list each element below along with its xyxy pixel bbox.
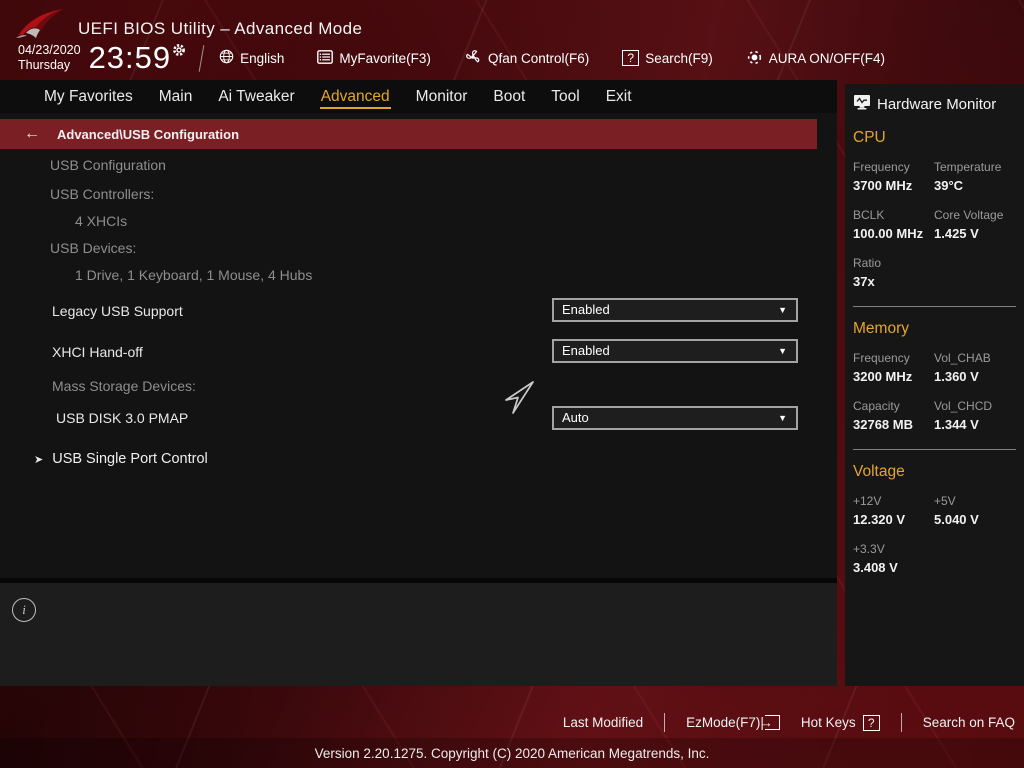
xhci-handoff-dropdown[interactable]: Enabled ▼ [552, 339, 798, 363]
tab-boot[interactable]: Boot [480, 80, 538, 113]
version-footer: Version 2.20.1275. Copyright (C) 2020 Am… [0, 738, 1024, 768]
favorite-list-icon [317, 50, 333, 67]
header-menu: English MyFavorite(F3) [219, 49, 885, 68]
hot-keys-button[interactable]: Hot Keys ? [801, 715, 880, 731]
bottom-bar: Last Modified EzMode(F7)| → Hot Keys ? S… [0, 713, 1015, 732]
question-box-icon: ? [863, 715, 880, 731]
ezmode-enter-icon: → [765, 715, 780, 730]
monitor-icon [853, 94, 871, 115]
tab-my-favorites[interactable]: My Favorites [31, 80, 146, 113]
voltage-12v: +12V 12.320 V [853, 494, 934, 527]
usb-devices-label: USB Devices: [50, 240, 136, 256]
memory-capacity: Capacity 32768 MB [853, 399, 934, 432]
memory-vol-chab: Vol_CHAB 1.360 V [934, 351, 1018, 384]
memory-frequency: Frequency 3200 MHz [853, 351, 934, 384]
usb-disk-label: USB DISK 3.0 PMAP [56, 410, 188, 426]
cpu-bclk: BCLK 100.00 MHz [853, 208, 934, 241]
xhci-handoff-label: XHCI Hand-off [52, 344, 143, 360]
cpu-core-voltage: Core Voltage 1.425 V [934, 208, 1018, 241]
search-button[interactable]: ? Search(F9) [622, 50, 713, 66]
ezmode-label: EzMode(F7)| [686, 715, 764, 730]
help-info-panel: i [0, 583, 837, 686]
aura-button[interactable]: AURA ON/OFF(F4) [746, 49, 885, 68]
usb-disk-dropdown[interactable]: Auto ▼ [552, 406, 798, 430]
chevron-down-icon: ▼ [778, 301, 787, 320]
mass-storage-devices-label: Mass Storage Devices: [52, 378, 196, 394]
chevron-down-icon: ▼ [778, 342, 787, 361]
language-label: English [240, 51, 284, 66]
qfan-button[interactable]: Qfan Control(F6) [464, 49, 589, 67]
usb-single-port-control-label: USB Single Port Control [52, 451, 208, 467]
question-box-icon: ? [622, 50, 639, 66]
language-button[interactable]: English [219, 49, 284, 67]
usb-controllers-value: 4 XHCIs [75, 213, 127, 229]
back-arrow-icon[interactable]: ← [24, 125, 40, 143]
chevron-down-icon: ▼ [778, 409, 787, 428]
xhci-handoff-value: Enabled [562, 343, 610, 358]
tab-main[interactable]: Main [146, 80, 206, 113]
tab-tool[interactable]: Tool [538, 80, 592, 113]
tab-monitor[interactable]: Monitor [403, 80, 481, 113]
section-divider [853, 306, 1016, 307]
date-display: 04/23/2020 Thursday [18, 43, 81, 73]
voltage-3v3: +3.3V 3.408 V [853, 542, 934, 575]
usb-disk-value: Auto [562, 410, 589, 425]
mouse-cursor [504, 380, 536, 421]
search-label: Search(F9) [645, 51, 713, 66]
usb-single-port-control-item[interactable]: ➤ USB Single Port Control [34, 451, 208, 467]
globe-icon [219, 49, 234, 67]
myfavorite-button[interactable]: MyFavorite(F3) [317, 50, 431, 67]
aura-label: AURA ON/OFF(F4) [769, 51, 885, 66]
memory-section-title: Memory [853, 320, 1018, 338]
hot-keys-label: Hot Keys [801, 715, 856, 730]
gear-icon[interactable] [172, 43, 186, 62]
time-display: 23:59 [89, 41, 172, 75]
weekday-value: Thursday [18, 58, 81, 73]
page-title: UEFI BIOS Utility – Advanced Mode [78, 19, 362, 39]
usb-configuration-heading: USB Configuration [50, 157, 166, 173]
last-modified-button[interactable]: Last Modified [563, 715, 643, 730]
search-on-faq-button[interactable]: Search on FAQ [923, 715, 1015, 730]
cpu-section-title: CPU [853, 129, 1018, 147]
tab-advanced[interactable]: Advanced [308, 80, 403, 113]
bottom-bar-divider [901, 713, 902, 732]
header-divider [199, 45, 205, 72]
hardware-monitor-panel: Hardware Monitor CPU Frequency 3700 MHz … [845, 84, 1024, 686]
version-text: Version 2.20.1275. Copyright (C) 2020 Am… [315, 746, 710, 761]
myfavorite-label: MyFavorite(F3) [339, 51, 431, 66]
hardware-monitor-title: Hardware Monitor [877, 96, 996, 113]
tab-ai-tweaker[interactable]: Ai Tweaker [205, 80, 307, 113]
submenu-arrow-icon: ➤ [34, 453, 43, 466]
top-banner: UEFI BIOS Utility – Advanced Mode 04/23/… [0, 0, 1024, 80]
qfan-label: Qfan Control(F6) [488, 51, 589, 66]
main-panel: ← Advanced\USB Configuration USB Configu… [0, 113, 837, 583]
info-icon: i [12, 598, 36, 622]
legacy-usb-support-dropdown[interactable]: Enabled ▼ [552, 298, 798, 322]
aura-light-icon [746, 49, 763, 68]
fan-icon [464, 49, 482, 67]
legacy-usb-support-label: Legacy USB Support [52, 303, 183, 319]
breadcrumb-path: Advanced\USB Configuration [57, 127, 239, 142]
legacy-usb-support-value: Enabled [562, 302, 610, 317]
section-divider [853, 449, 1016, 450]
bottom-bar-divider [664, 713, 665, 732]
cpu-temperature: Temperature 39°C [934, 160, 1018, 193]
memory-vol-chcd: Vol_CHCD 1.344 V [934, 399, 1018, 432]
breadcrumb: ← Advanced\USB Configuration [0, 119, 817, 149]
voltage-section-title: Voltage [853, 463, 1018, 481]
ezmode-button[interactable]: EzMode(F7)| → [686, 715, 780, 730]
usb-devices-value: 1 Drive, 1 Keyboard, 1 Mouse, 4 Hubs [75, 267, 312, 283]
usb-controllers-label: USB Controllers: [50, 186, 154, 202]
cpu-frequency: Frequency 3700 MHz [853, 160, 934, 193]
cpu-ratio: Ratio 37x [853, 256, 934, 289]
nav-tab-bar: My Favorites Main Ai Tweaker Advanced Mo… [0, 80, 837, 113]
date-value: 04/23/2020 [18, 43, 81, 58]
tab-exit[interactable]: Exit [593, 80, 645, 113]
voltage-5v: +5V 5.040 V [934, 494, 1018, 527]
